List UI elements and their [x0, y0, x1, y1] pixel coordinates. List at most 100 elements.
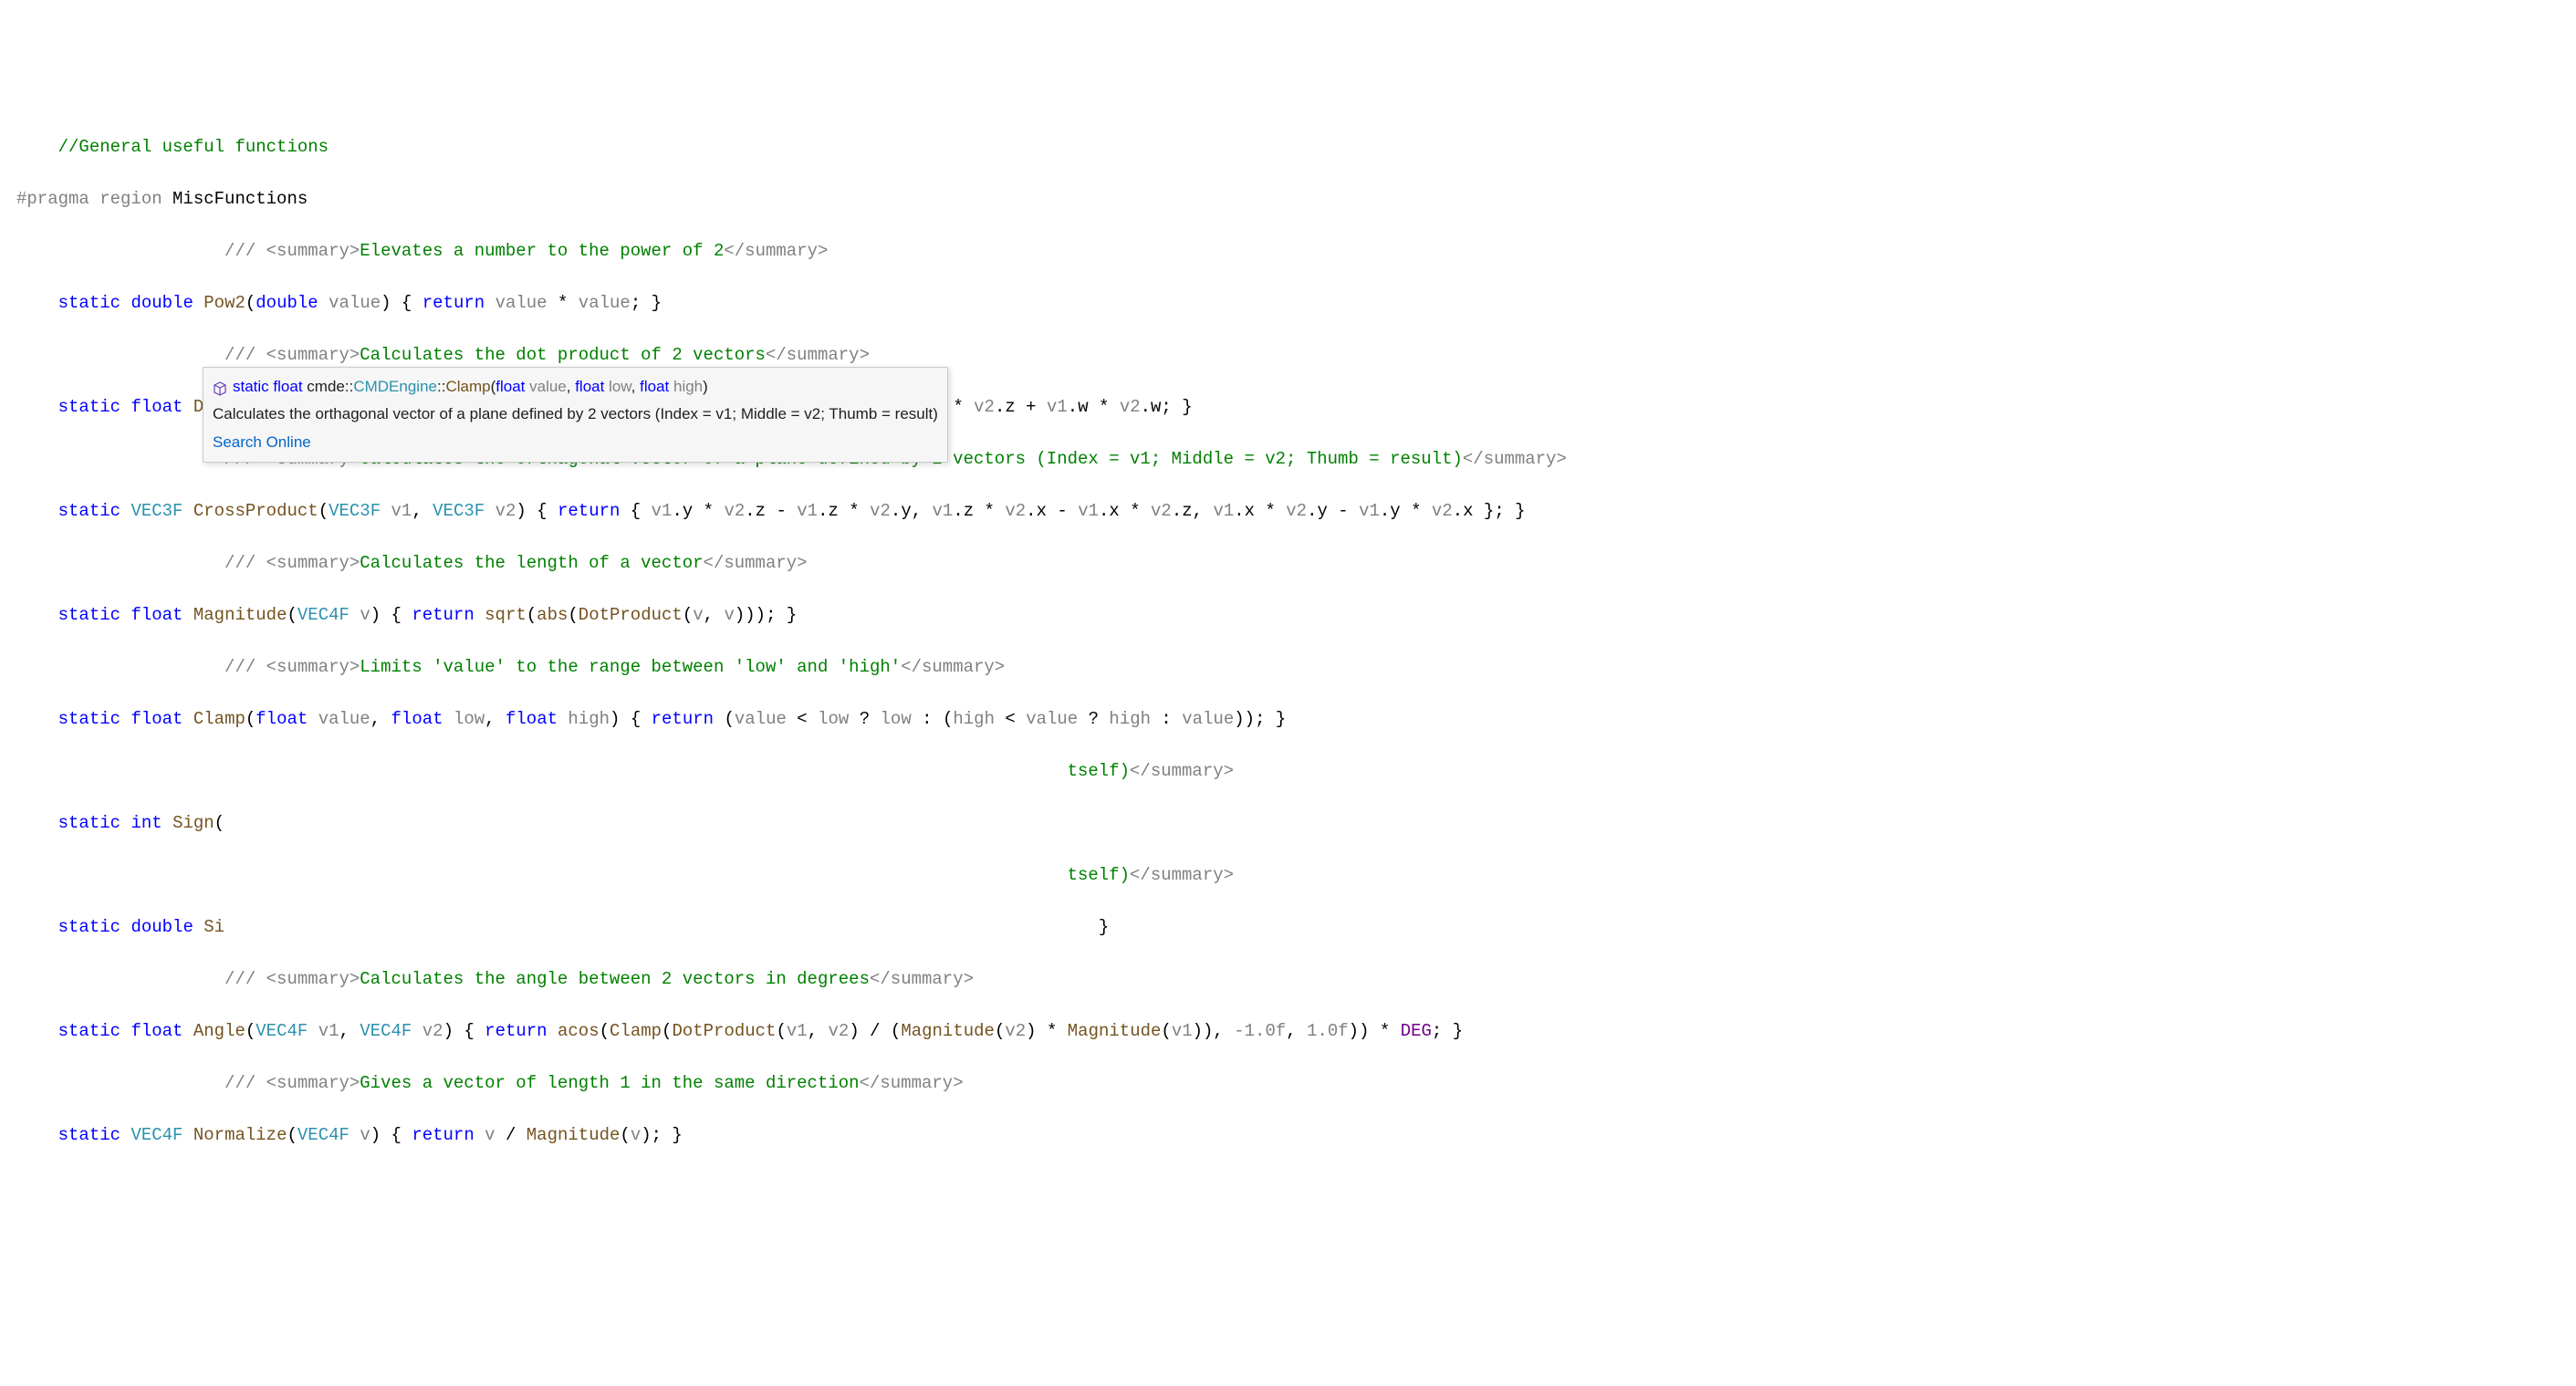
param: high — [1109, 709, 1151, 729]
type: VEC4F — [297, 605, 349, 625]
tooltip-description: Calculates the orthagonal vector of a pl… — [213, 402, 938, 426]
param: value — [318, 709, 370, 729]
code-line: static float Angle(VEC4F v1, VEC4F v2) {… — [16, 1018, 2576, 1045]
code-line: tself)</summary> — [16, 862, 2576, 889]
kw: float — [391, 709, 443, 729]
tooltip-sig-text: static float cmde::CMDEngine::Clamp(floa… — [233, 375, 708, 399]
param: v1 — [933, 501, 954, 521]
kw: return — [485, 1021, 547, 1041]
param: v2 — [1005, 1021, 1026, 1041]
param: v2 — [1286, 501, 1307, 521]
type: VEC4F — [256, 1021, 308, 1041]
comment-text: //General useful functions — [58, 137, 329, 157]
method-name: Magnitude — [193, 605, 287, 625]
kw: float — [575, 378, 604, 395]
kw: float — [256, 709, 308, 729]
param: low — [609, 378, 631, 395]
kw: float — [273, 378, 302, 395]
param: v1 — [1078, 501, 1099, 521]
xml-doc-open: /// <summary> — [224, 345, 360, 365]
kw: static — [58, 1125, 120, 1145]
code-line: static double Si } — [16, 914, 2576, 941]
method-name: Clamp — [193, 709, 245, 729]
type: VEC4F — [360, 1021, 412, 1041]
method-name: Sign — [172, 813, 214, 833]
method-name: acos — [558, 1021, 600, 1041]
param: v — [631, 1125, 641, 1145]
type: VEC3F — [433, 501, 485, 521]
method-name: Clamp — [445, 378, 490, 395]
param: v2 — [974, 397, 995, 417]
type: VEC4F — [297, 1125, 349, 1145]
code-line: /// <summary>Elevates a number to the po… — [16, 238, 2576, 265]
param: high — [673, 378, 703, 395]
param: value — [579, 293, 631, 313]
param: v2 — [829, 1021, 850, 1041]
type: VEC4F — [130, 1125, 183, 1145]
param: value — [329, 293, 381, 313]
param: v — [360, 1125, 370, 1145]
code-line: /// <summary>Calculates the angle betwee… — [16, 966, 2576, 993]
code-line: //General useful functions — [16, 134, 2576, 161]
kw: float — [130, 605, 183, 625]
param: v2 — [870, 501, 891, 521]
kw: static — [58, 293, 120, 313]
xml-doc-open: /// <summary> — [224, 969, 360, 989]
kw: return — [412, 1125, 474, 1145]
xml-doc-close: </summary> — [870, 969, 974, 989]
method-name: Clamp — [610, 1021, 662, 1041]
param: v2 — [724, 501, 745, 521]
param: v1 — [1359, 501, 1380, 521]
xml-doc-close: </summary> — [901, 657, 1005, 677]
code-line: static float Clamp(float value, float lo… — [16, 706, 2576, 733]
param: value — [495, 293, 548, 313]
code-line: /// <summary>Calculates the dot product … — [16, 342, 2576, 369]
pragma-directive: #pragma region — [16, 189, 172, 209]
xml-doc-close: </summary> — [724, 241, 828, 261]
param: v2 — [1432, 501, 1453, 521]
code-editor[interactable]: //General useful functions #pragma regio… — [0, 104, 2576, 1256]
method-name: CrossProduct — [193, 501, 318, 521]
param: v2 — [495, 501, 516, 521]
param: v1 — [1213, 501, 1234, 521]
param: v2 — [1120, 397, 1141, 417]
code-line: static double Pow2(double value) { retur… — [16, 290, 2576, 317]
code-line: #pragma region MiscFunctions — [16, 186, 2576, 213]
param: v1 — [1172, 1021, 1193, 1041]
ns: cmde — [307, 378, 345, 395]
kw: double — [130, 293, 193, 313]
param: high — [953, 709, 995, 729]
method-name: Magnitude — [901, 1021, 995, 1041]
xml-doc-text: Calculates the length of a vector — [360, 553, 703, 573]
kw: float — [130, 709, 183, 729]
kw: static — [58, 605, 120, 625]
xml-doc-text: Calculates the dot product of 2 vectors — [360, 345, 766, 365]
param: high — [568, 709, 610, 729]
kw: static — [58, 813, 120, 833]
kw: float — [495, 378, 525, 395]
type: VEC3F — [329, 501, 381, 521]
xml-doc-close: </summary> — [766, 345, 870, 365]
param: value — [735, 709, 787, 729]
param: v2 — [422, 1021, 443, 1041]
param: value — [529, 378, 567, 395]
code-line: tself)</summary> — [16, 758, 2576, 785]
xml-doc-open: /// <summary> — [224, 553, 360, 573]
kw: float — [130, 397, 183, 417]
param: v — [693, 605, 703, 625]
region-name: MiscFunctions — [172, 189, 308, 209]
param: v2 — [1151, 501, 1172, 521]
xml-doc-close: </summary> — [1463, 449, 1567, 469]
method-icon — [213, 380, 227, 394]
kw: int — [130, 813, 162, 833]
kw: static — [58, 501, 120, 521]
kw: double — [130, 917, 193, 937]
intellisense-tooltip: static float cmde::CMDEngine::Clamp(floa… — [203, 367, 948, 463]
macro: DEG — [1401, 1021, 1432, 1041]
code-line: /// <summary>Limits 'value' to the range… — [16, 654, 2576, 681]
param: v1 — [787, 1021, 808, 1041]
tooltip-search-online-link[interactable]: Search Online — [213, 431, 938, 454]
method-name: abs — [537, 605, 568, 625]
method-name: DotProduct — [579, 605, 683, 625]
code-line: static float Magnitude(VEC4F v) { return… — [16, 602, 2576, 629]
